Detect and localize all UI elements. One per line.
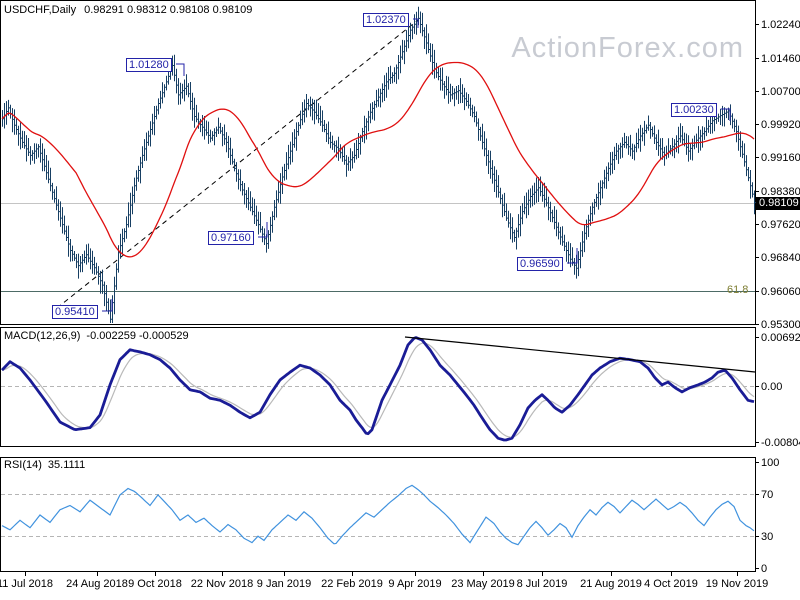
usdchf-daily-chart: USDCHF,Daily 0.98291 0.98312 0.98108 0.98…: [0, 0, 800, 600]
macd-axis-label: 0.00: [761, 380, 783, 393]
watermark: ActionForex.com: [511, 32, 744, 64]
date-label: 24 Aug 2018: [66, 578, 128, 590]
macd-values: -0.002259 -0.000529: [86, 330, 189, 342]
price-annotation: 0.95410: [52, 305, 98, 319]
date-label: 22 Feb 2019: [321, 578, 383, 590]
rsi-indicator-title: RSI(14) 35.1111: [4, 459, 91, 471]
date-label: 22 Nov 2018: [190, 578, 254, 590]
price-annotation: 1.00230: [671, 103, 717, 117]
price-axis-label: 0.96840: [761, 251, 800, 264]
price-trendline-dashed: [56, 19, 419, 309]
date-label: 11 Jul 2018: [0, 578, 54, 590]
rsi-axis-label: 30: [761, 530, 774, 543]
rsi-panel-border: [0, 457, 756, 572]
rsi-values: 35.1111: [47, 459, 86, 471]
macd-axis-label: 0.006927: [761, 331, 800, 344]
macd-axis-label: -0.008049: [761, 436, 800, 449]
symbol-name: USDCHF,Daily: [4, 4, 77, 16]
date-label: 8 Jul 2019: [516, 578, 568, 590]
chart-canvas: [0, 0, 759, 576]
price-annotation: 1.02370: [363, 13, 409, 27]
price-axis-label: 0.95300: [761, 318, 800, 331]
rsi-axis-label: 100: [761, 456, 780, 469]
price-annotation: 0.96590: [517, 257, 563, 271]
date-label: 21 Aug 2019: [580, 578, 642, 590]
date-label: 23 May 2019: [451, 578, 515, 590]
date-label: 9 Oct 2018: [128, 578, 182, 590]
price-axis-label: 1.00700: [761, 85, 800, 98]
ohlc-values: 0.98291 0.98312 0.98108 0.98109: [84, 4, 253, 16]
current-price-badge: 0.98109: [756, 196, 800, 210]
rsi-axis-label: 70: [761, 488, 774, 501]
price-axis-label: 0.96060: [761, 285, 800, 298]
macd-label: MACD(12,26,9): [4, 330, 81, 342]
price-axis-label: 0.99920: [761, 118, 800, 131]
rsi-axis-label: 0: [761, 562, 768, 575]
date-label: 9 Jan 2019: [256, 578, 312, 590]
annotation-connector: [176, 63, 185, 76]
price-axis-label: 0.99160: [761, 151, 800, 164]
price-axis-label: 1.02240: [761, 18, 800, 31]
date-label: 19 Nov 2019: [705, 578, 769, 590]
price-axis-label: 1.01460: [761, 52, 800, 65]
price-axis-label: 0.97620: [761, 218, 800, 231]
fib-618-label: 61.8: [727, 283, 749, 296]
macd-trendline: [404, 336, 756, 373]
date-label: 9 Apr 2019: [388, 578, 442, 590]
macd-indicator-title: MACD(12,26,9) -0.002259 -0.000529: [4, 330, 195, 342]
date-label: 4 Oct 2019: [644, 578, 698, 590]
price-annotation: 0.97160: [208, 231, 254, 245]
rsi-label: RSI(14): [4, 459, 42, 471]
price-annotation: 1.01280: [126, 58, 172, 72]
symbol-title: USDCHF,Daily 0.98291 0.98312 0.98108 0.98…: [4, 4, 260, 16]
macd-signal-line: [1, 342, 755, 438]
